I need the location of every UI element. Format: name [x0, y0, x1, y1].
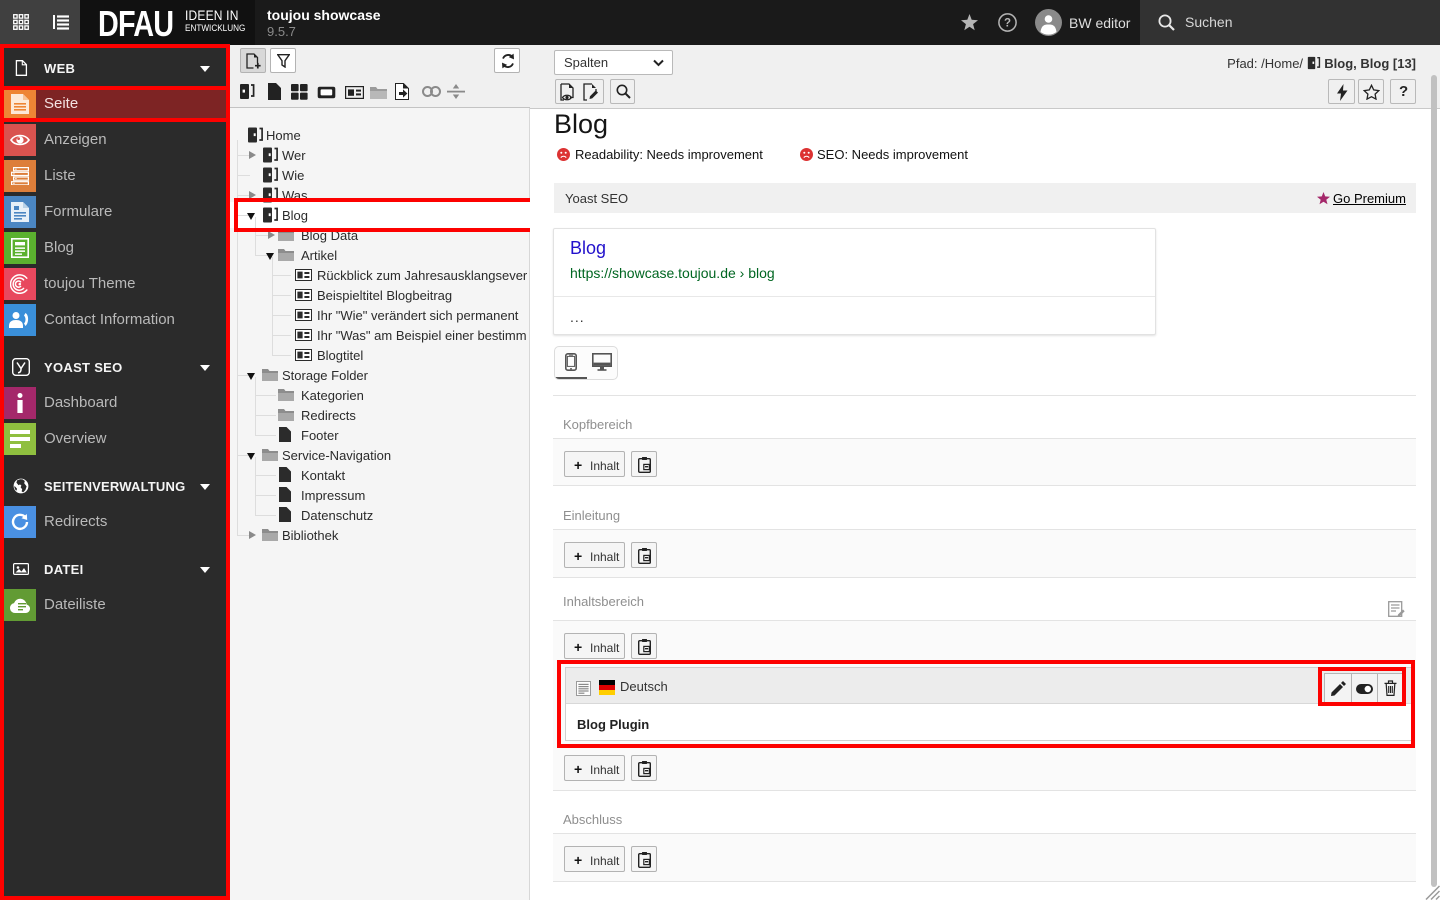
svg-text:?: ? — [1004, 18, 1011, 30]
